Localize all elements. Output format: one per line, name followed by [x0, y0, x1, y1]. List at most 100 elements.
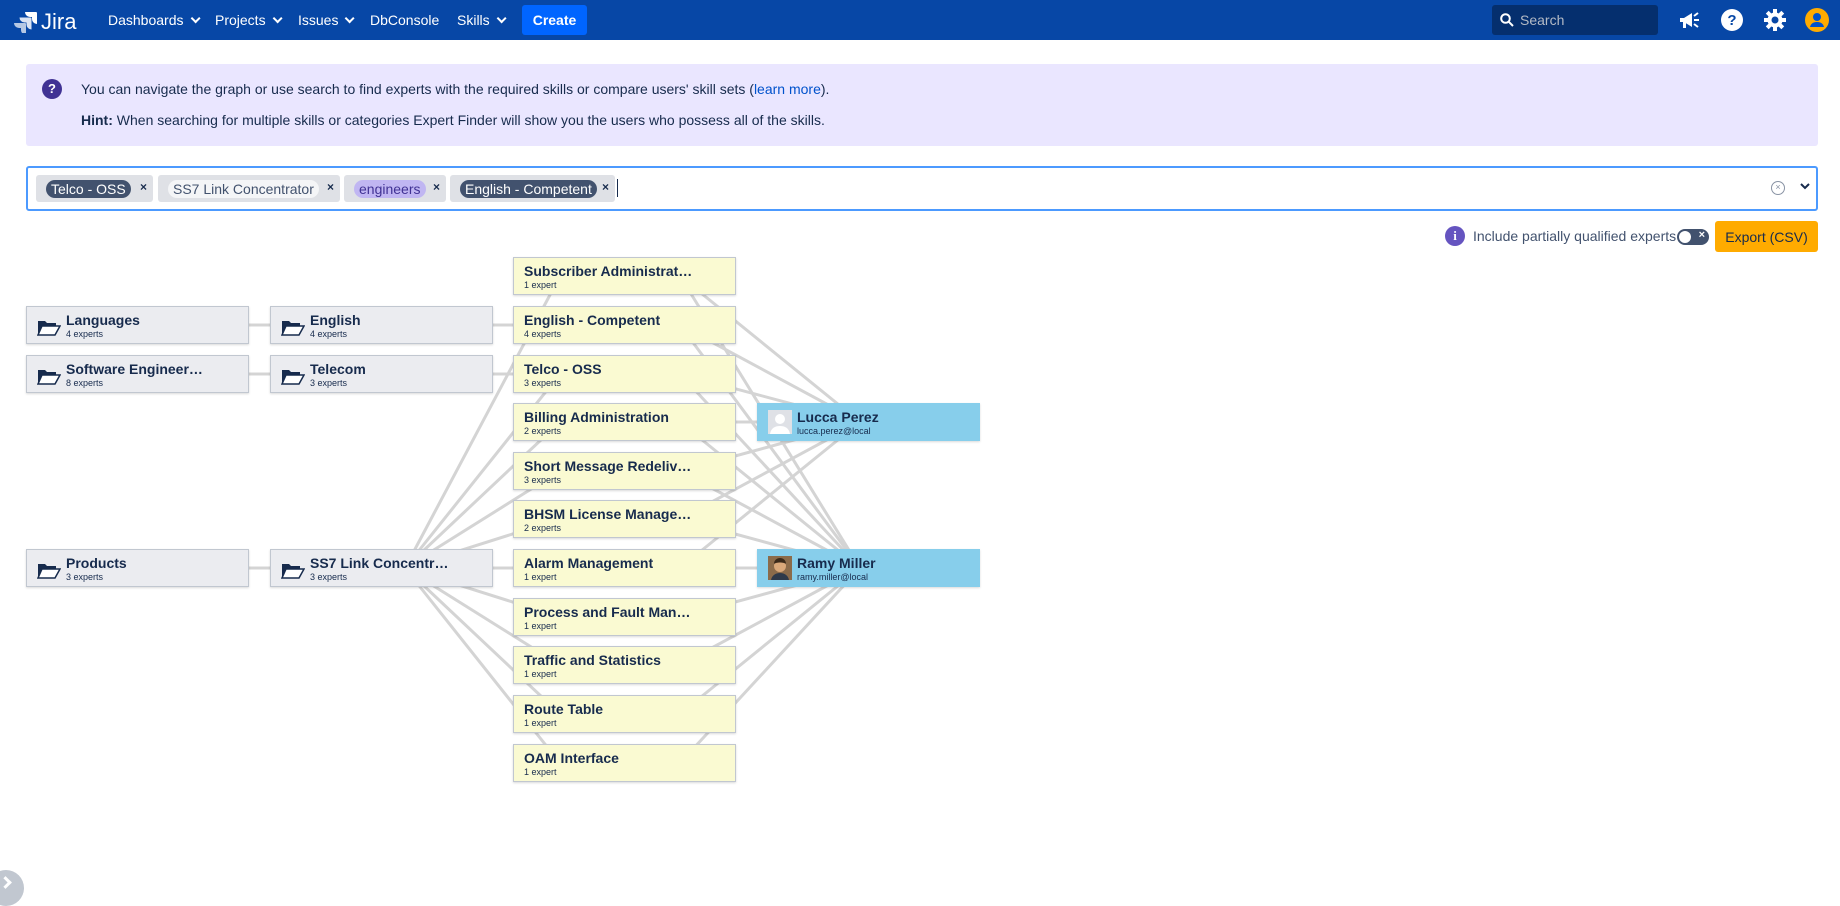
chip-label: SS7 Link Concentrator	[168, 179, 319, 198]
toggle-off-icon: ×	[1698, 229, 1705, 241]
chevron-down-icon[interactable]	[1798, 179, 1812, 193]
remove-chip-icon[interactable]: ×	[140, 180, 147, 194]
user-email: ramy.miller@local	[797, 572, 868, 582]
skill-search-field[interactable]: Telco - OSS × SS7 Link Concentrator × en…	[26, 166, 1818, 211]
node-title: Traffic and Statistics	[524, 652, 661, 668]
remove-chip-icon[interactable]: ×	[602, 180, 609, 194]
node-expert-count: 1 expert	[524, 718, 557, 728]
clear-all-icon[interactable]: ×	[1771, 181, 1785, 195]
node-expert-count: 1 expert	[524, 280, 557, 290]
partial-experts-toggle[interactable]: ×	[1677, 229, 1709, 245]
category-node-languages[interactable]: Languages 4 experts	[26, 306, 249, 344]
node-title: BHSM License Manage…	[524, 506, 692, 522]
node-title: Process and Fault Man…	[524, 604, 691, 620]
user-node-ramy-miller[interactable]: Ramy Miller ramy.miller@local	[757, 549, 980, 587]
chevron-down-icon	[496, 12, 507, 23]
jira-logo-icon	[14, 12, 37, 33]
folder-open-icon	[281, 321, 305, 336]
user-photo	[768, 556, 792, 580]
chip-telco-oss: Telco - OSS ×	[36, 175, 153, 202]
user-name: Lucca Perez	[797, 409, 879, 425]
nav-dashboards[interactable]: Dashboards	[108, 0, 201, 40]
info-text: You can navigate the graph or use search…	[81, 81, 829, 97]
chevron-down-icon	[345, 12, 356, 23]
skill-node[interactable]: Subscriber Administrat… 1 expert	[513, 257, 736, 295]
nav-dashboards-label: Dashboards	[108, 12, 184, 28]
node-expert-count: 4 experts	[310, 329, 348, 339]
nav-skills[interactable]: Skills	[457, 0, 507, 40]
skill-node[interactable]: English - Competent 4 experts	[513, 306, 736, 344]
node-title: Alarm Management	[524, 555, 654, 571]
export-csv-button[interactable]: Export (CSV)	[1715, 221, 1818, 252]
skill-node[interactable]: Billing Administration 2 experts	[513, 403, 736, 441]
nav-projects[interactable]: Projects	[215, 0, 283, 40]
node-expert-count: 2 experts	[524, 426, 562, 436]
learn-more-link[interactable]: learn more	[754, 81, 821, 97]
category-node-software-engineering[interactable]: Software Engineer… 8 experts	[26, 355, 249, 393]
jira-logo[interactable]: Jira	[14, 9, 76, 35]
top-navigation-bar: Jira Dashboards Projects Issues DbConsol…	[0, 0, 1840, 40]
user-name: Ramy Miller	[797, 555, 876, 571]
info-text-end: ).	[820, 81, 830, 97]
skill-node[interactable]: BHSM License Manage… 2 experts	[513, 500, 736, 538]
chip-label: engineers	[354, 179, 426, 198]
node-expert-count: 8 experts	[66, 378, 104, 388]
help-icon[interactable]: ?	[1720, 8, 1744, 32]
chip-label: English - Competent	[460, 179, 597, 198]
folder-open-icon	[281, 370, 305, 385]
node-title: Billing Administration	[524, 409, 669, 425]
search-box[interactable]	[1492, 5, 1658, 35]
node-title: Software Engineer…	[66, 361, 203, 377]
remove-chip-icon[interactable]: ×	[327, 180, 334, 194]
category-node-english[interactable]: English 4 experts	[270, 306, 493, 344]
skill-node[interactable]: Traffic and Statistics 1 expert	[513, 646, 736, 684]
svg-text:?: ?	[1727, 12, 1736, 29]
folder-open-icon	[37, 370, 61, 385]
node-expert-count: 1 expert	[524, 621, 557, 631]
skill-node[interactable]: Route Table 1 expert	[513, 695, 736, 733]
node-expert-count: 4 experts	[524, 329, 562, 339]
chevron-right-icon	[0, 876, 12, 889]
search-input[interactable]	[1520, 12, 1650, 28]
megaphone-icon[interactable]	[1677, 8, 1701, 32]
skill-node[interactable]: Process and Fault Man… 1 expert	[513, 598, 736, 636]
nav-dbconsole-label: DbConsole	[370, 12, 440, 28]
node-title: OAM Interface	[524, 750, 619, 766]
create-button[interactable]: Create	[522, 5, 587, 35]
user-node-lucca-perez[interactable]: Lucca Perez lucca.perez@local	[757, 403, 980, 441]
question-icon: ?	[42, 79, 62, 99]
chip-english-competent: English - Competent ×	[450, 175, 615, 202]
remove-chip-icon[interactable]: ×	[433, 180, 440, 194]
category-node-products[interactable]: Products 3 experts	[26, 549, 249, 587]
info-icon[interactable]: i	[1445, 226, 1465, 246]
chevron-down-icon	[190, 12, 201, 23]
nav-dbconsole[interactable]: DbConsole	[370, 0, 439, 40]
node-title: Subscriber Administrat…	[524, 263, 693, 279]
node-title: Short Message Redeliv…	[524, 458, 692, 474]
node-title: English	[310, 312, 361, 328]
node-title: Route Table	[524, 701, 604, 717]
user-avatar[interactable]	[1805, 8, 1829, 32]
skill-node[interactable]: Short Message Redeliv… 3 experts	[513, 452, 736, 490]
category-node-telecom[interactable]: Telecom 3 experts	[270, 355, 493, 393]
graph-edge	[679, 274, 861, 424]
info-banner: ? You can navigate the graph or use sear…	[26, 64, 1818, 146]
node-expert-count: 3 experts	[524, 475, 562, 485]
hint-label: Hint:	[81, 112, 113, 128]
node-expert-count: 2 experts	[524, 523, 562, 533]
node-expert-count: 3 experts	[66, 572, 104, 582]
graph-edge	[403, 420, 562, 570]
skill-node[interactable]: Alarm Management 1 expert	[513, 549, 736, 587]
node-title: SS7 Link Concentr…	[310, 555, 449, 571]
chip-label: Telco - OSS	[46, 179, 131, 198]
sidebar-expand-button[interactable]	[0, 870, 24, 906]
nav-issues[interactable]: Issues	[298, 0, 356, 40]
default-avatar-icon	[768, 410, 792, 434]
category-node-ss7-link-concentrator[interactable]: SS7 Link Concentr… 3 experts	[270, 549, 493, 587]
skill-node[interactable]: Telco - OSS 3 experts	[513, 355, 736, 393]
settings-icon[interactable]	[1763, 8, 1787, 32]
node-title: English - Competent	[524, 312, 661, 328]
node-expert-count: 1 expert	[524, 767, 557, 777]
partial-experts-label: Include partially qualified experts	[1473, 228, 1677, 244]
skill-node[interactable]: OAM Interface 1 expert	[513, 744, 736, 782]
